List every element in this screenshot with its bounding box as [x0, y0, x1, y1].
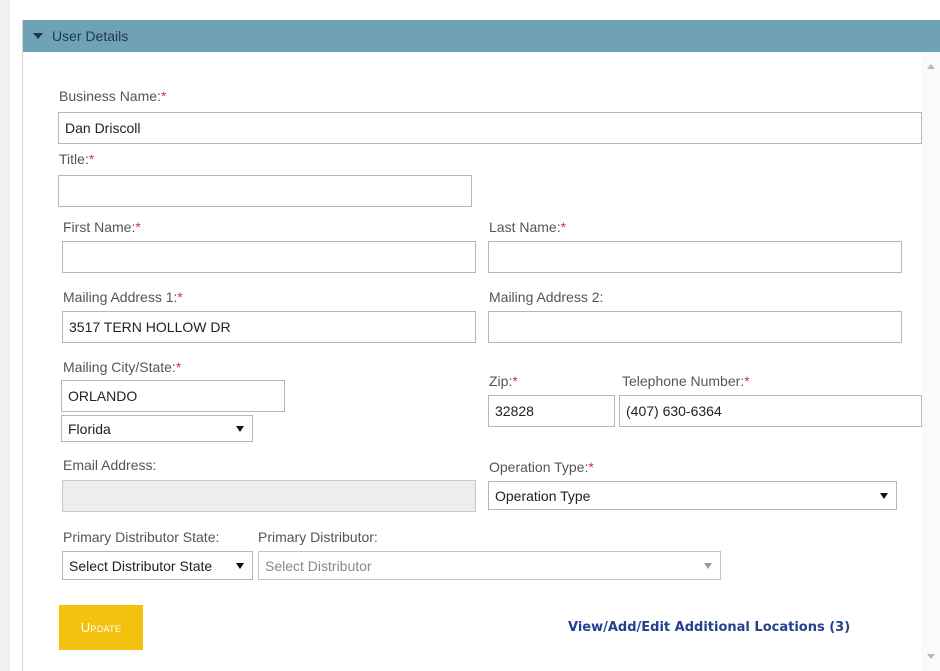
required-mark: *: [512, 373, 518, 389]
business-name-input[interactable]: [58, 112, 922, 144]
required-mark: *: [560, 219, 567, 235]
primary-distributor-selected: Select Distributor: [265, 557, 372, 574]
first-name-input[interactable]: [62, 241, 476, 273]
first-name-label-text: First Name:: [63, 219, 136, 235]
title-input[interactable]: [58, 175, 472, 207]
page-left-rule: [0, 0, 10, 671]
mailing-address-2-label: Mailing Address 2:: [489, 289, 603, 305]
last-name-label-text: Last Name:: [489, 219, 561, 235]
primary-distributor-label: Primary Distributor:: [258, 529, 378, 545]
dropdown-arrow-icon: [880, 492, 888, 499]
telephone-input[interactable]: [619, 395, 922, 427]
zip-input[interactable]: [488, 395, 615, 427]
business-name-label-text: Business Name:: [59, 88, 161, 104]
telephone-label: Telephone Number:*: [622, 373, 750, 389]
update-button[interactable]: Update: [59, 605, 143, 650]
mailing-city-state-label: Mailing City/State:*: [63, 359, 181, 375]
mailing-state-select[interactable]: Florida: [61, 415, 253, 442]
mailing-state-selected: Florida: [68, 420, 111, 437]
required-mark: *: [88, 151, 95, 167]
scroll-down-arrow-icon[interactable]: [927, 654, 935, 659]
business-name-label: Business Name:*: [59, 88, 166, 104]
mailing-city-input[interactable]: [61, 380, 285, 412]
required-mark: *: [588, 459, 594, 475]
panel-title: User Details: [52, 28, 129, 44]
panel-header[interactable]: User Details: [23, 20, 940, 52]
email-input: [62, 480, 476, 512]
email-label-text: Email Address:: [63, 457, 157, 473]
primary-distributor-state-label-text: Primary Distributor State:: [63, 529, 220, 545]
mailing-address-1-label: Mailing Address 1:*: [63, 289, 183, 305]
primary-distributor-label-text: Primary Distributor:: [258, 529, 378, 545]
operation-type-selected: Operation Type: [495, 487, 591, 504]
last-name-label: Last Name:*: [489, 219, 566, 235]
zip-label-text: Zip:: [489, 373, 513, 389]
operation-type-label: Operation Type:*: [489, 459, 594, 475]
required-mark: *: [175, 359, 182, 375]
scroll-up-arrow-icon[interactable]: [927, 64, 935, 69]
view-add-edit-locations-link[interactable]: View/Add/Edit Additional Locations (3): [568, 620, 850, 635]
required-mark: *: [135, 219, 141, 235]
telephone-label-text: Telephone Number:: [622, 373, 745, 389]
primary-distributor-state-selected: Select Distributor State: [69, 557, 213, 574]
primary-distributor-state-select[interactable]: Select Distributor State: [62, 551, 253, 580]
title-label-text: Title:: [59, 151, 89, 167]
mailing-address-2-label-text: Mailing Address 2:: [489, 289, 604, 305]
required-mark: *: [177, 289, 183, 305]
dropdown-arrow-icon: [236, 425, 244, 432]
email-label: Email Address:: [63, 457, 156, 473]
required-mark: *: [744, 373, 750, 389]
primary-distributor-state-label: Primary Distributor State:: [63, 529, 219, 545]
zip-label: Zip:*: [489, 373, 518, 389]
primary-distributor-select[interactable]: Select Distributor: [258, 551, 721, 580]
last-name-input[interactable]: [488, 241, 902, 273]
mailing-address-1-input[interactable]: [62, 311, 476, 343]
dropdown-arrow-icon: [704, 562, 712, 569]
mailing-address-1-label-text: Mailing Address 1:: [63, 289, 178, 305]
caret-down-icon[interactable]: [33, 33, 43, 39]
dropdown-arrow-icon: [236, 562, 244, 569]
required-mark: *: [160, 88, 167, 104]
title-label: Title:*: [59, 151, 94, 167]
operation-type-label-text: Operation Type:: [489, 459, 589, 475]
first-name-label: First Name:*: [63, 219, 141, 235]
mailing-city-state-label-text: Mailing City/State:: [63, 359, 176, 375]
vertical-scrollbar[interactable]: [922, 52, 940, 671]
mailing-address-2-input[interactable]: [488, 311, 902, 343]
operation-type-select[interactable]: Operation Type: [488, 481, 897, 510]
